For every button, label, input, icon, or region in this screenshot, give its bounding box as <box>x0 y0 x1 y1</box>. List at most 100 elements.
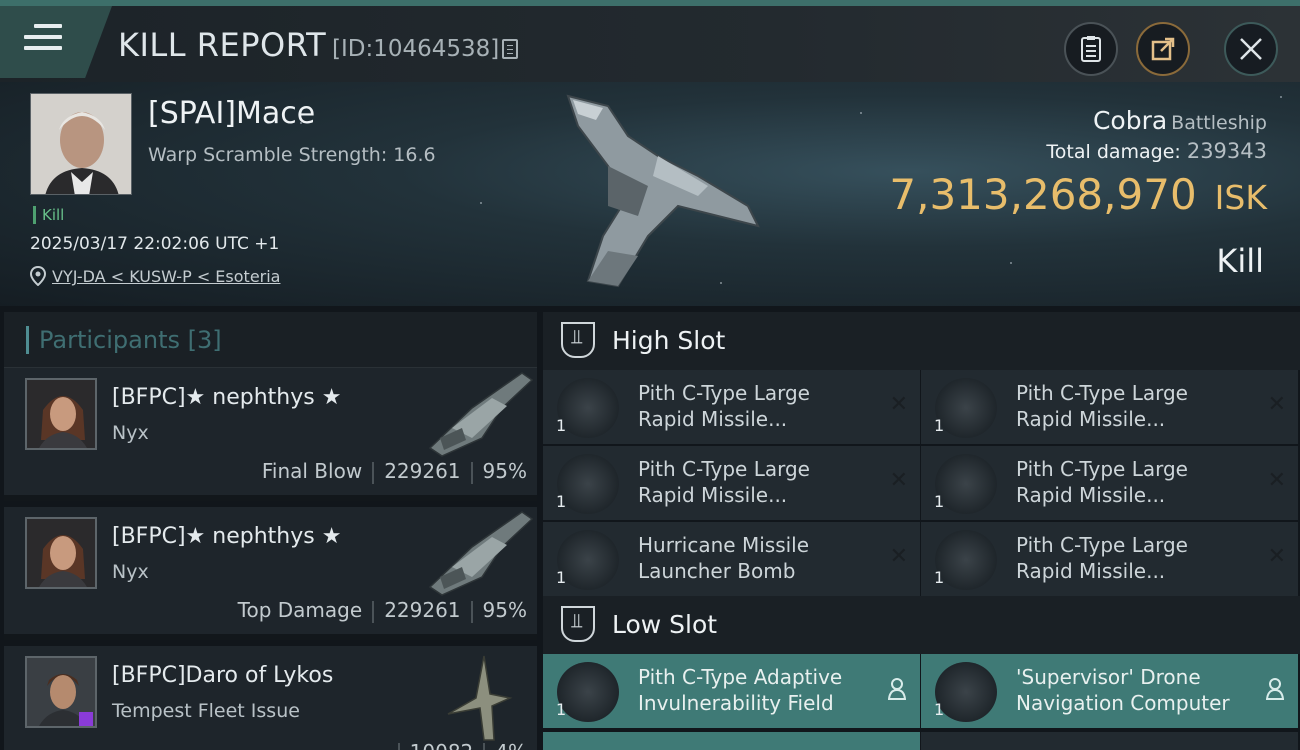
module-name: Pith C-Type Large Rapid Missile... <box>1016 532 1246 584</box>
report-id: [ID:10464538] <box>332 36 500 62</box>
module-item[interactable]: 1 Pith C-Type Large Rapid Missile... ✕ <box>543 370 920 444</box>
module-item[interactable]: 1 Pith C-Type Large Rapid Missile... ✕ <box>543 446 920 520</box>
hamburger-menu-icon[interactable] <box>24 24 62 56</box>
module-name-line: Pith C-Type Adaptive <box>638 665 843 689</box>
module-item[interactable]: 1 Pith C-Type Large Rapid Missile... ✕ <box>921 446 1298 520</box>
module-item[interactable]: 1 Pith C-Type Large Rapid Missile... ✕ <box>921 370 1298 444</box>
participant-percent: 95% <box>482 459 527 483</box>
participant-role: Top Damage <box>237 598 363 622</box>
stat-divider <box>470 461 473 484</box>
location-link[interactable]: VYJ-DA < KUSW-P < Esoteria <box>52 267 280 286</box>
destroyed-x-icon: ✕ <box>1267 468 1286 493</box>
location-pin-icon <box>30 266 46 286</box>
module-name-line: Pith C-Type Large <box>1016 533 1188 557</box>
module-name-line: Pith C-Type Large <box>1016 381 1188 405</box>
module-item[interactable]: 1 Pith C-Type Adaptive Invulnerability Fi… <box>543 654 920 728</box>
module-name-line: 'Supervisor' Drone <box>1016 665 1201 689</box>
close-icon <box>1240 38 1262 60</box>
ship-info: Cobra Battleship <box>1093 106 1267 135</box>
page-title: KILL REPORT <box>118 26 327 64</box>
module-item[interactable]: 1 'Supervisor' Drone Navigation Computer <box>921 654 1298 728</box>
person-icon <box>1266 678 1284 700</box>
total-damage-label: Total damage: <box>1046 141 1181 163</box>
participant-row[interactable]: [BFPC]★ nephthys ★ Nyx Top Damage 229261 9… <box>4 507 537 640</box>
victim-avatar[interactable] <box>30 93 132 195</box>
module-name-line: Hurricane Missile <box>638 533 810 557</box>
participants-count: [3] <box>187 326 222 354</box>
module-name-line: Pith C-Type Large <box>1016 457 1188 481</box>
share-button[interactable] <box>1136 22 1190 76</box>
participant-stats: Final Blow 229261 95% <box>262 459 527 484</box>
participant-portrait-image <box>27 658 95 726</box>
module-quantity: 1 <box>556 416 567 435</box>
module-name-line: Pith C-Type Large <box>638 457 810 481</box>
isk-unit: ISK <box>1214 178 1267 217</box>
module-quantity: 1 <box>934 700 945 719</box>
participant-row[interactable]: [BFPC]★ nephthys ★ Nyx Final Blow 229261 9… <box>4 368 537 501</box>
module-quantity: 1 <box>934 568 945 587</box>
notes-button[interactable] <box>1064 22 1118 76</box>
module-item[interactable]: 1 Pith C-Type Large Rapid Missile... ✕ <box>921 522 1298 596</box>
module-name: Hurricane Missile Launcher Bomb <box>638 532 868 584</box>
module-name-line: Rapid Missile... <box>638 483 788 507</box>
participant-name[interactable]: [BFPC]★ nephthys ★ <box>112 385 341 410</box>
high-slot-header: High Slot <box>543 312 1300 370</box>
module-name-line: Navigation Computer <box>1016 691 1230 715</box>
participant-stats: 10082 4% <box>388 740 527 750</box>
clipboard-icon <box>1081 36 1101 62</box>
bomb-launcher-icon <box>557 530 619 590</box>
share-icon <box>1151 37 1175 61</box>
module-name-line: Rapid Missile... <box>638 407 788 431</box>
module-name-line: Rapid Missile... <box>1016 559 1166 583</box>
close-button[interactable] <box>1224 22 1278 76</box>
missile-launcher-icon <box>935 454 997 514</box>
missile-launcher-icon <box>557 454 619 514</box>
copy-id-icon[interactable] <box>502 39 518 59</box>
kill-tag: Kill <box>33 206 64 224</box>
kill-timestamp: 2025/03/17 22:02:06 UTC +1 <box>30 234 280 254</box>
module-name-line: Pith C-Type Large <box>638 381 810 405</box>
participant-ship-image <box>428 511 534 596</box>
victim-ship-class: Battleship <box>1171 112 1267 134</box>
participant-stats: Top Damage 229261 95% <box>238 598 527 623</box>
top-bar: KILL REPORT [ID:10464538] <box>0 0 1300 82</box>
participants-header-accent <box>26 326 29 354</box>
participant-portrait-image <box>27 380 95 448</box>
participant-role: Final Blow <box>261 459 363 483</box>
participant-ship: Tempest Fleet Issue <box>112 700 300 722</box>
participant-row[interactable]: [BFPC]Daro of Lykos Tempest Fleet Issue … <box>4 646 537 750</box>
victim-portrait-image <box>31 94 131 194</box>
missile-launcher-icon <box>557 378 619 438</box>
participant-name[interactable]: [BFPC]★ nephthys ★ <box>112 524 341 549</box>
participant-damage: 229261 <box>384 598 461 622</box>
low-slot-icon <box>561 606 595 642</box>
stat-divider <box>470 600 473 623</box>
module-item[interactable]: 1 Hurricane Missile Launcher Bomb ✕ <box>543 522 920 596</box>
victim-ship-name[interactable]: Cobra <box>1093 106 1167 135</box>
victim-name[interactable]: [SPAI]Mace <box>148 96 315 131</box>
drone-computer-icon <box>935 662 997 722</box>
participant-avatar[interactable] <box>25 517 97 589</box>
warp-scramble-strength: Warp Scramble Strength: 16.6 <box>148 144 436 166</box>
participant-avatar[interactable] <box>25 656 97 728</box>
module-item[interactable] <box>543 732 920 750</box>
fitting-panel: High Slot 1 Pith C-Type LargeRapid Missi… <box>543 312 1300 750</box>
module-quantity: 1 <box>556 492 567 511</box>
module-quantity: 1 <box>556 568 567 587</box>
participant-percent: 95% <box>482 598 527 622</box>
module-quantity: 1 <box>934 492 945 511</box>
total-damage: Total damage: 239343 <box>1046 139 1267 163</box>
destroyed-x-icon: ✕ <box>1267 392 1286 417</box>
participant-name[interactable]: [BFPC]Daro of Lykos <box>112 663 333 688</box>
participant-damage: 10082 <box>410 740 474 750</box>
low-slot-header: Low Slot <box>543 596 1300 654</box>
participants-label: Participants <box>39 326 180 354</box>
module-item[interactable] <box>921 732 1298 750</box>
module-name-line: Rapid Missile... <box>1016 407 1166 431</box>
victim-panel: [SPAI]Mace Warp Scramble Strength: 16.6 … <box>0 82 1300 306</box>
missile-launcher-icon <box>935 378 997 438</box>
module-name-line: Invulnerability Field <box>638 691 834 715</box>
participant-avatar[interactable] <box>25 378 97 450</box>
victim-ship-image <box>566 94 760 288</box>
module-name-line: Rapid Missile... <box>1016 483 1166 507</box>
